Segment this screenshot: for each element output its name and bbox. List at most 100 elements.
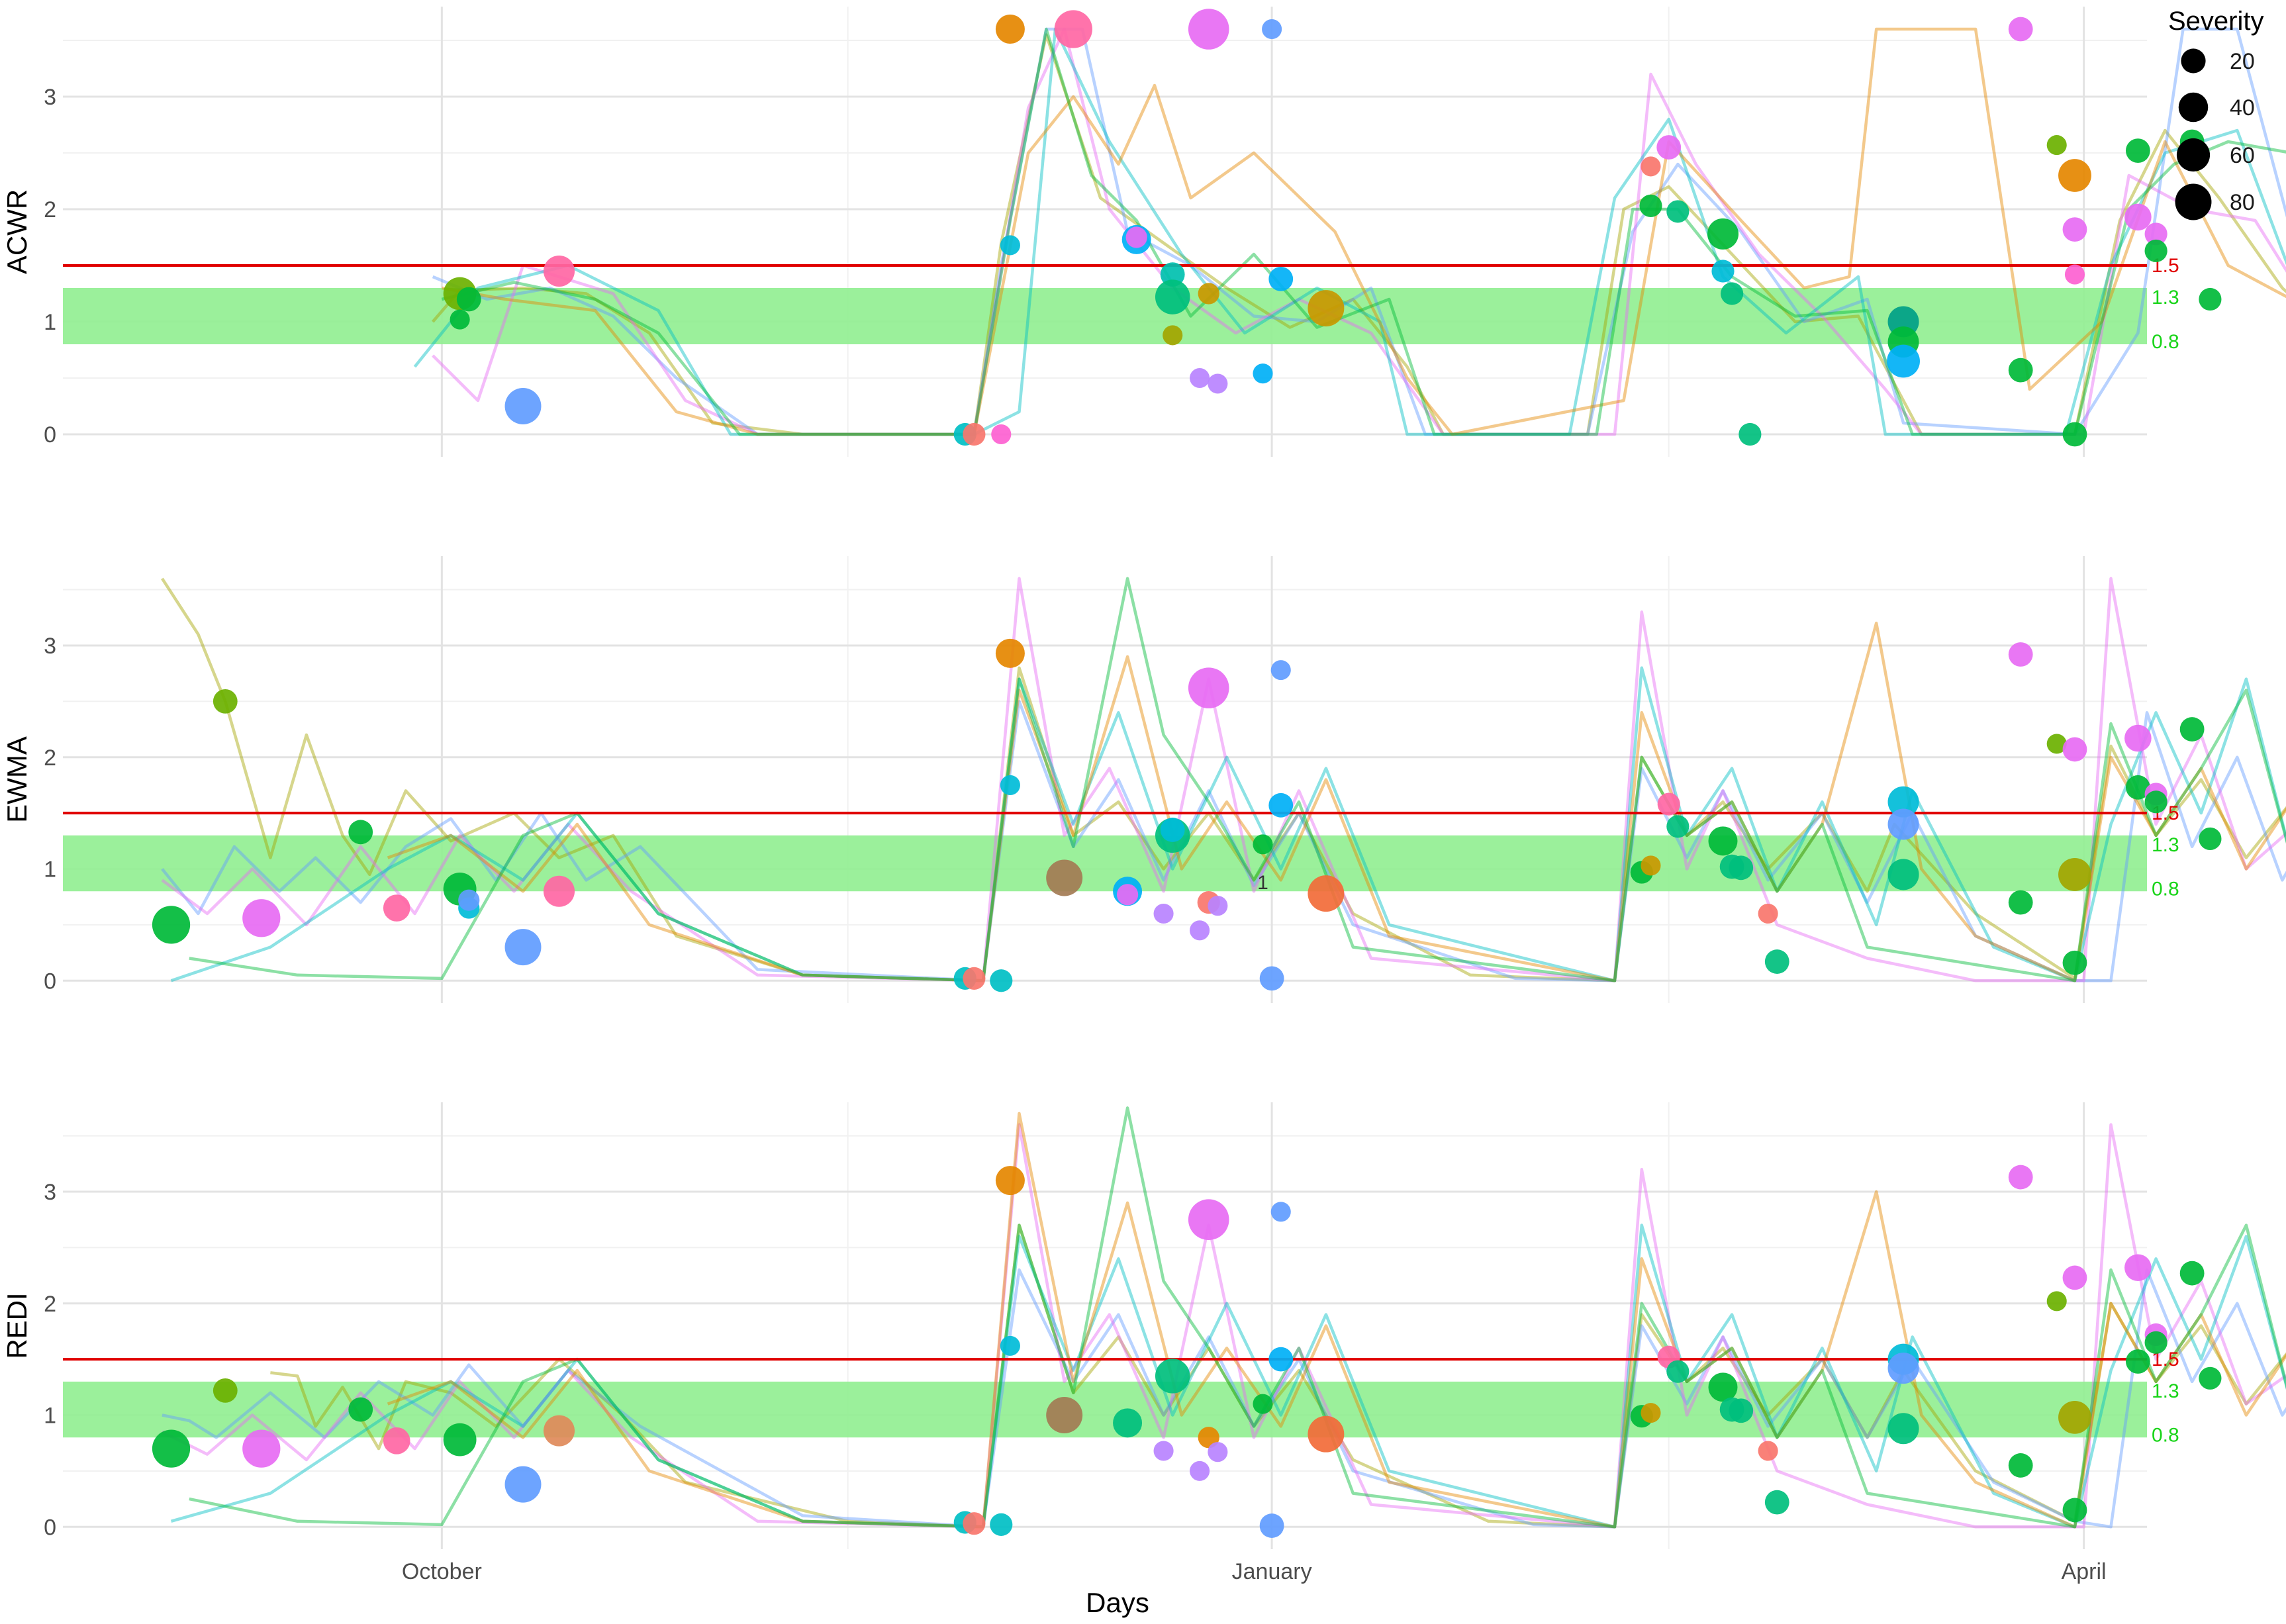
injury-point — [2058, 159, 2091, 192]
x-tick-label: April — [2062, 1559, 2107, 1584]
injury-point — [1259, 1513, 1284, 1538]
injury-point — [504, 388, 542, 424]
injury-point — [1268, 267, 1294, 291]
injury-point — [1046, 859, 1083, 896]
injury-point — [1253, 1394, 1273, 1414]
injury-point — [1721, 282, 1744, 305]
injury-point — [1155, 279, 1190, 314]
injury-point — [2199, 287, 2222, 311]
y-tick-label: 1 — [44, 857, 56, 883]
injury-point — [1887, 859, 1919, 890]
injury-point — [1639, 194, 1662, 217]
legend-size-key — [2178, 92, 2209, 122]
injury-point — [458, 889, 480, 911]
injury-point — [1268, 1347, 1294, 1372]
injury-point — [1887, 344, 1920, 378]
injury-point — [2179, 1261, 2205, 1286]
injury-point — [2008, 1165, 2033, 1190]
injury-point — [152, 1429, 191, 1468]
y-axis-title: REDI — [1, 1292, 32, 1359]
panel-acwr: 01231.51.30.8ACWR — [1, 7, 2286, 457]
injury-point — [1190, 367, 1210, 389]
y-tick-label: 3 — [44, 85, 56, 110]
injury-point — [2125, 138, 2150, 163]
injury-point — [963, 1512, 986, 1535]
reference-label: 1.3 — [2152, 1380, 2179, 1402]
y-tick-label: 2 — [44, 1292, 56, 1317]
injury-point — [2058, 858, 2091, 891]
injury-point — [963, 967, 986, 990]
injury-point — [1190, 920, 1210, 941]
injury-point — [152, 906, 191, 944]
injury-point — [2064, 264, 2085, 285]
injury-point — [1656, 135, 1682, 160]
injury-point — [1155, 1359, 1190, 1394]
injury-point — [1198, 283, 1219, 305]
injury-point — [1707, 218, 1739, 250]
injury-point — [504, 1466, 542, 1503]
injury-point — [995, 1166, 1025, 1196]
injury-point — [995, 638, 1025, 668]
series-line-3 — [161, 1123, 2286, 1529]
injury-point — [543, 1415, 575, 1447]
y-axis-title: ACWR — [1, 189, 32, 274]
injury-point — [1729, 1398, 1754, 1423]
legend-label: 60 — [2230, 143, 2255, 168]
series-line-3 — [432, 27, 2286, 436]
injury-point — [1758, 1441, 1778, 1461]
injury-point — [2008, 890, 2033, 915]
injury-point — [1163, 325, 1183, 346]
injury-point — [1708, 826, 1738, 856]
series-line-1 — [431, 33, 2286, 436]
injury-point — [1000, 1335, 1020, 1356]
injury-point — [1708, 1372, 1738, 1402]
legend-label: 80 — [2230, 190, 2255, 215]
injury-point — [1729, 855, 1754, 881]
injury-point — [2062, 737, 2087, 762]
injury-point — [1887, 808, 1919, 840]
y-tick-label: 2 — [44, 745, 56, 771]
injury-point — [990, 1513, 1013, 1536]
point-label: 1 — [1257, 872, 1268, 894]
y-tick-label: 1 — [44, 1404, 56, 1429]
y-tick-label: 0 — [44, 969, 56, 994]
injury-point — [1764, 1490, 1789, 1515]
y-tick-label: 2 — [44, 197, 56, 222]
injury-point — [1188, 1199, 1229, 1240]
y-axis-title: EWMA — [1, 736, 32, 823]
reference-label: 0.8 — [2152, 1424, 2179, 1446]
injury-point — [2046, 135, 2067, 156]
injury-point — [348, 1397, 373, 1422]
injury-point — [1262, 19, 1282, 40]
injury-point — [1253, 834, 1273, 855]
injury-point — [2124, 724, 2152, 752]
injury-point — [1666, 1360, 1690, 1383]
reference-label: 1.3 — [2152, 287, 2179, 309]
injury-point — [995, 15, 1025, 44]
injury-point — [1125, 226, 1147, 248]
injury-point — [2008, 17, 2033, 42]
injury-point — [2062, 950, 2087, 975]
injury-point — [450, 309, 470, 330]
x-axis: October January April — [402, 1559, 2107, 1584]
injury-point — [1268, 792, 1294, 818]
injury-point — [1308, 290, 1345, 327]
injury-point — [2144, 1331, 2167, 1354]
panel-redi: 01231.51.30.8REDI — [1, 1102, 2286, 1549]
y-tick-label: 3 — [44, 1180, 56, 1205]
x-tick-label: October — [402, 1559, 482, 1584]
injury-point — [1887, 1353, 1919, 1384]
y-tick-label: 0 — [44, 1515, 56, 1540]
injury-point — [2062, 217, 2087, 242]
injury-point — [2008, 1453, 2033, 1478]
injury-point — [1259, 966, 1284, 991]
injury-point — [1270, 660, 1291, 681]
y-tick-label: 0 — [44, 422, 56, 448]
injury-point — [2199, 1366, 2222, 1390]
injury-point — [2179, 717, 2205, 741]
injury-point — [1666, 200, 1690, 223]
panel-ewma: 01231.51.30.81EWMA — [1, 556, 2286, 1003]
injury-point — [1764, 949, 1789, 974]
injury-point — [2046, 1291, 2067, 1312]
injury-point — [242, 1429, 281, 1468]
